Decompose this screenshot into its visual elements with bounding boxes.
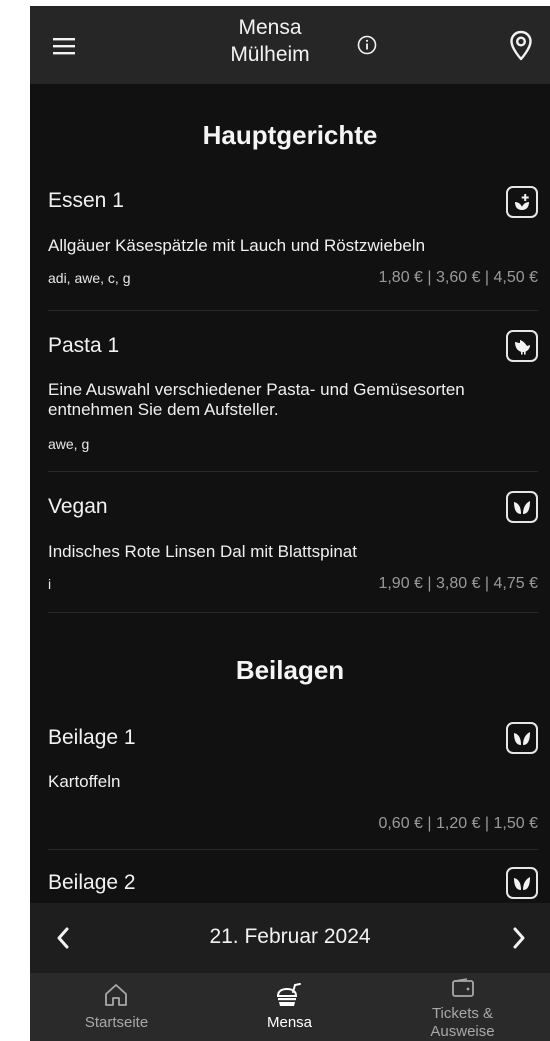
meal-description: Kartoffeln [48, 772, 121, 791]
meal-prices: 1,80 € | 3,60 € | 4,50 € [378, 269, 538, 286]
title-line-2: Mülheim [230, 43, 310, 66]
meal-allergens: awe, g [48, 436, 90, 452]
meal-card[interactable]: Vegan Indisches Rote Linsen Dal mit Blat… [48, 472, 538, 612]
hamburger-menu-icon[interactable] [44, 26, 84, 66]
menu-list[interactable]: Hauptgerichte Essen 1 Allgäuer Käsespätz… [30, 84, 550, 904]
meal-prices: 0,60 € | 1,20 € | 1,50 € [378, 815, 538, 832]
meal-name: Essen 1 [48, 189, 124, 212]
chevron-right-icon[interactable] [504, 920, 534, 956]
meal-name: Beilage 1 [48, 726, 136, 749]
meal-card[interactable]: Beilage 1 Kartoffeln 0,60 € | 1,20 € | 1… [48, 709, 538, 849]
nav-item-startseite[interactable]: Startseite [30, 973, 203, 1041]
vegan-leaf-icon [506, 867, 538, 899]
divider [48, 612, 538, 613]
chevron-left-icon[interactable] [48, 920, 78, 956]
vegan-leaf-icon [506, 722, 538, 754]
home-icon [102, 982, 130, 1008]
vegan-leaf-icon [506, 491, 538, 523]
fast-food-icon [275, 981, 303, 1009]
app-screen: Mensa Mülheim Hauptgerichte Essen 1 Allg… [30, 6, 550, 1041]
section-title-hauptgerichte: Hauptgerichte [202, 120, 378, 150]
wallet-icon [450, 977, 476, 999]
vegetarian-icon [506, 186, 538, 218]
nav-label: Mensa [266, 1014, 313, 1031]
meal-allergens: i [48, 576, 52, 592]
nav-label: Startseite [84, 1014, 149, 1031]
meal-card[interactable]: Essen 1 Allgäuer Käsespätzle mit Lauch u… [48, 176, 538, 306]
meal-name: Pasta 1 [48, 334, 120, 357]
nav-item-mensa[interactable]: Mensa [203, 973, 376, 1041]
meal-prices: 1,90 € | 3,80 € | 4,75 € [378, 575, 538, 592]
top-app-bar: Mensa Mülheim [30, 6, 550, 84]
meal-card[interactable]: Beilage 2 [48, 850, 538, 904]
bottom-navigation: Startseite Mensa Tickets & Ausweise [30, 973, 550, 1041]
page-title: Mensa Mülheim [210, 14, 330, 68]
poultry-icon [506, 330, 538, 362]
title-line-1: Mensa [238, 16, 302, 39]
date-navigation: 21. Februar 2024 [30, 903, 550, 973]
meal-allergens: adi, awe, c, g [48, 270, 131, 286]
meal-description: Eine Auswahl verschiedener Pasta- und Ge… [48, 380, 465, 419]
meal-description: Allgäuer Käsespätzle mit Lauch und Röstz… [48, 236, 426, 255]
section-title-beilagen: Beilagen [235, 655, 345, 685]
location-pin-icon[interactable] [504, 26, 538, 66]
nav-label: Tickets & Ausweise [430, 1005, 495, 1040]
meal-description: Indisches Rote Linsen Dal mit Blattspina… [48, 542, 357, 561]
nav-item-tickets-ausweise[interactable]: Tickets & Ausweise [376, 973, 549, 1041]
info-icon[interactable] [356, 34, 378, 56]
current-date[interactable]: 21. Februar 2024 [130, 925, 450, 949]
meal-name: Vegan [48, 495, 108, 518]
meal-card[interactable]: Pasta 1 Eine Auswahl verschiedener Pasta… [48, 311, 538, 471]
meal-name: Beilage 2 [48, 871, 136, 894]
